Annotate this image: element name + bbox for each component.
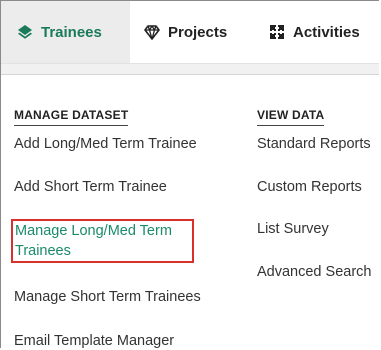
view-data-header: VIEW DATA — [257, 108, 325, 126]
tab-projects-label: Projects — [168, 23, 228, 41]
gem-icon — [144, 24, 160, 40]
menu-item-manage-short-term-trainees[interactable]: Manage Short Term Trainees — [14, 287, 201, 307]
menu-item-standard-reports[interactable]: Standard Reports — [257, 134, 371, 154]
diamond-stack-icon — [17, 24, 33, 40]
menu-item-add-long-med-term-trainee[interactable]: Add Long/Med Term Trainee — [14, 134, 197, 154]
menu-item-email-template-manager[interactable]: Email Template Manager — [14, 331, 174, 348]
tab-trainees-label: Trainees — [41, 23, 102, 41]
nav-divider — [1, 63, 379, 75]
view-data-column: VIEW DATA Standard Reports Custom Report… — [257, 106, 379, 280]
menu-frame: Trainees Projects Activities MANAGE DATA… — [0, 0, 379, 348]
puzzle-icon — [269, 24, 285, 40]
manage-dataset-column: MANAGE DATASET Add Long/Med Term Trainee… — [11, 106, 246, 348]
menu-item-advanced-search[interactable]: Advanced Search — [257, 262, 371, 282]
menu-item-add-short-term-trainee[interactable]: Add Short Term Trainee — [14, 177, 167, 197]
tab-projects[interactable]: Projects — [144, 1, 227, 63]
tab-activities-label: Activities — [293, 23, 360, 41]
manage-dataset-header: MANAGE DATASET — [14, 108, 129, 126]
tab-trainees[interactable]: Trainees — [1, 1, 130, 63]
menu-item-list-survey[interactable]: List Survey — [257, 219, 329, 239]
menu-item-manage-long-med-term-trainees[interactable]: Manage Long/Med Term Trainees — [11, 219, 194, 263]
menu-item-custom-reports[interactable]: Custom Reports — [257, 177, 362, 197]
tab-activities[interactable]: Activities — [269, 1, 360, 63]
top-navbar: Trainees Projects Activities — [1, 1, 379, 63]
